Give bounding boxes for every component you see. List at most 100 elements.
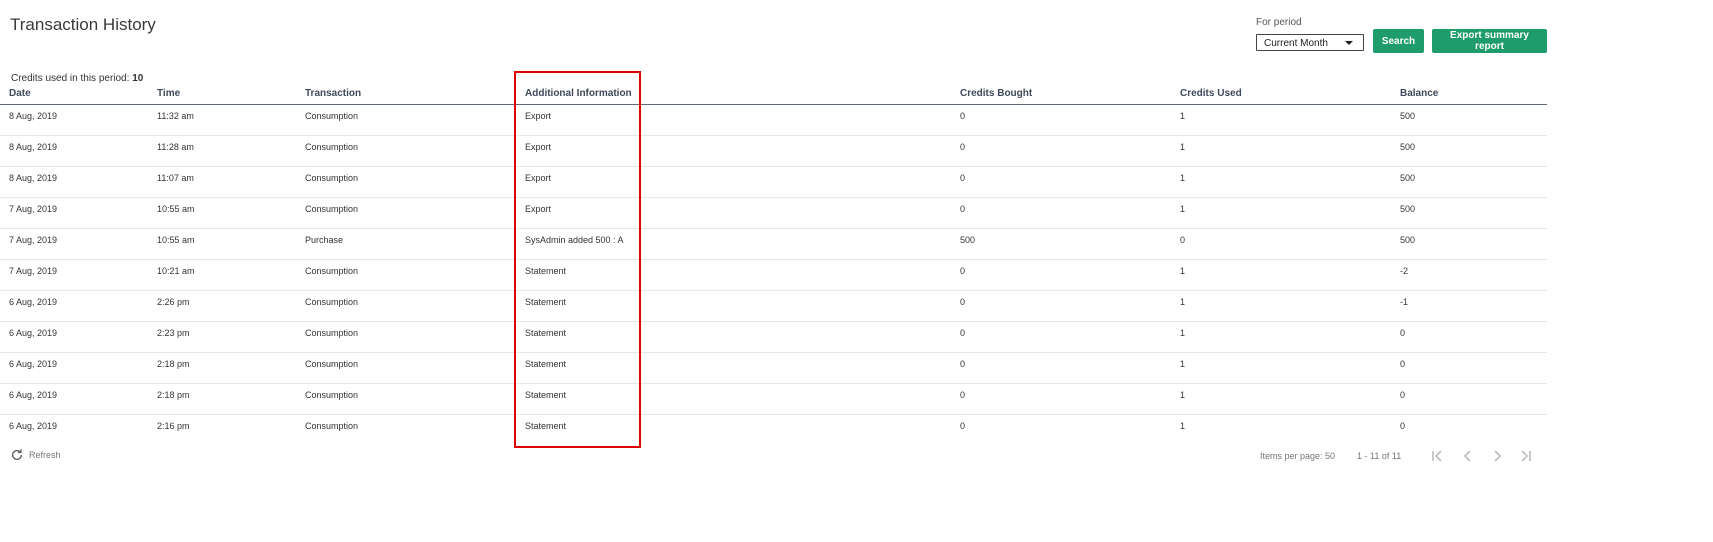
refresh-button[interactable]: Refresh bbox=[10, 448, 61, 462]
cell-transaction: Consumption bbox=[305, 173, 359, 183]
table-header: Date Time Transaction Additional Informa… bbox=[0, 87, 1547, 105]
caret-down-icon bbox=[1345, 41, 1353, 45]
transaction-table: Date Time Transaction Additional Informa… bbox=[0, 87, 1547, 445]
cell-balance: 500 bbox=[1400, 142, 1416, 152]
cell-credits-bought: 0 bbox=[960, 328, 966, 338]
cell-credits-bought: 0 bbox=[960, 111, 966, 121]
table-row: 6 Aug, 2019 2:18 pm Consumption Statement 0 1… bbox=[0, 353, 1547, 384]
cell-additional-information: SysAdmin added 500 : A bbox=[525, 235, 624, 245]
export-summary-report-button[interactable]: Export summary report bbox=[1432, 29, 1547, 53]
cell-date: 8 Aug, 2019 bbox=[9, 173, 58, 183]
cell-additional-information: Statement bbox=[525, 359, 567, 369]
table-row: 7 Aug, 2019 10:55 am Consumption Export 0 1 50… bbox=[0, 198, 1547, 229]
cell-additional-information: Export bbox=[525, 142, 552, 152]
last-page-icon[interactable] bbox=[1517, 448, 1533, 464]
credits-summary-value: 10 bbox=[132, 73, 144, 84]
cell-time: 2:18 pm bbox=[157, 359, 190, 369]
page-title: Transaction History bbox=[10, 15, 156, 34]
table-row: 8 Aug, 2019 11:28 am Consumption Export 0 1 50… bbox=[0, 136, 1547, 167]
cell-time: 2:16 pm bbox=[157, 421, 190, 431]
cell-date: 6 Aug, 2019 bbox=[9, 328, 58, 338]
cell-balance: 500 bbox=[1400, 235, 1416, 245]
cell-credits-bought: 0 bbox=[960, 173, 966, 183]
cell-credits-bought: 0 bbox=[960, 204, 966, 214]
column-header-credits-used[interactable]: Credits Used bbox=[1180, 88, 1242, 99]
cell-additional-information: Export bbox=[525, 204, 552, 214]
period-select-value: Current Month bbox=[1264, 38, 1328, 49]
cell-date: 6 Aug, 2019 bbox=[9, 297, 58, 307]
cell-credits-used: 1 bbox=[1180, 142, 1186, 152]
table-body: 8 Aug, 2019 11:32 am Consumption Export 0 1 50… bbox=[0, 105, 1547, 445]
items-per-page[interactable]: Items per page: 50 bbox=[1260, 451, 1335, 461]
cell-credits-bought: 0 bbox=[960, 266, 966, 276]
cell-balance: 0 bbox=[1400, 390, 1406, 400]
refresh-label: Refresh bbox=[29, 450, 61, 460]
cell-transaction: Purchase bbox=[305, 235, 344, 245]
cell-credits-bought: 500 bbox=[960, 235, 976, 245]
cell-additional-information: Statement bbox=[525, 421, 567, 431]
cell-date: 6 Aug, 2019 bbox=[9, 390, 58, 400]
cell-balance: 0 bbox=[1400, 328, 1406, 338]
cell-time: 2:23 pm bbox=[157, 328, 190, 338]
cell-balance: 500 bbox=[1400, 173, 1416, 183]
column-header-transaction[interactable]: Transaction bbox=[305, 88, 361, 99]
cell-date: 8 Aug, 2019 bbox=[9, 142, 58, 152]
column-header-time[interactable]: Time bbox=[157, 88, 180, 99]
credits-summary: Credits used in this period: 10 bbox=[11, 73, 143, 84]
cell-date: 7 Aug, 2019 bbox=[9, 266, 58, 276]
cell-balance: -2 bbox=[1400, 266, 1409, 276]
cell-credits-used: 1 bbox=[1180, 390, 1186, 400]
cell-additional-information: Statement bbox=[525, 266, 567, 276]
first-page-icon[interactable] bbox=[1430, 448, 1446, 464]
previous-page-icon[interactable] bbox=[1460, 448, 1476, 464]
cell-transaction: Consumption bbox=[305, 390, 359, 400]
cell-credits-used: 1 bbox=[1180, 297, 1186, 307]
cell-date: 7 Aug, 2019 bbox=[9, 235, 58, 245]
period-label: For period bbox=[1256, 17, 1302, 28]
cell-additional-information: Export bbox=[525, 173, 552, 183]
cell-date: 7 Aug, 2019 bbox=[9, 204, 58, 214]
cell-credits-bought: 0 bbox=[960, 421, 966, 431]
cell-time: 11:32 am bbox=[157, 111, 194, 121]
cell-credits-used: 1 bbox=[1180, 266, 1186, 276]
cell-balance: 0 bbox=[1400, 421, 1406, 431]
cell-time: 10:21 am bbox=[157, 266, 195, 276]
cell-additional-information: Statement bbox=[525, 328, 567, 338]
cell-balance: 0 bbox=[1400, 359, 1406, 369]
column-header-credits-bought[interactable]: Credits Bought bbox=[960, 88, 1032, 99]
table-row: 8 Aug, 2019 11:32 am Consumption Export 0 1 50… bbox=[0, 105, 1547, 136]
search-button[interactable]: Search bbox=[1373, 29, 1424, 53]
cell-credits-bought: 0 bbox=[960, 359, 966, 369]
cell-credits-used: 1 bbox=[1180, 359, 1186, 369]
cell-credits-bought: 0 bbox=[960, 142, 966, 152]
cell-time: 10:55 am bbox=[157, 204, 195, 214]
cell-transaction: Consumption bbox=[305, 421, 359, 431]
cell-credits-used: 1 bbox=[1180, 204, 1186, 214]
pagination-range: 1 - 11 of 11 bbox=[1357, 451, 1402, 461]
cell-additional-information: Export bbox=[525, 111, 552, 121]
refresh-icon bbox=[11, 449, 23, 461]
cell-transaction: Consumption bbox=[305, 142, 359, 152]
column-header-additional-information[interactable]: Additional Information bbox=[525, 88, 632, 99]
cell-credits-bought: 0 bbox=[960, 297, 966, 307]
table-row: 6 Aug, 2019 2:16 pm Consumption Statement 0 1… bbox=[0, 415, 1547, 445]
cell-time: 10:55 am bbox=[157, 235, 195, 245]
cell-time: 2:26 pm bbox=[157, 297, 190, 307]
cell-transaction: Consumption bbox=[305, 328, 359, 338]
cell-credits-used: 1 bbox=[1180, 173, 1186, 183]
cell-time: 11:28 am bbox=[157, 142, 194, 152]
table-row: 6 Aug, 2019 2:18 pm Consumption Statement 0 1… bbox=[0, 384, 1547, 415]
period-select[interactable]: Current Month bbox=[1256, 34, 1364, 51]
cell-credits-used: 1 bbox=[1180, 421, 1186, 431]
column-header-balance[interactable]: Balance bbox=[1400, 88, 1438, 99]
column-header-date[interactable]: Date bbox=[9, 88, 31, 99]
cell-additional-information: Statement bbox=[525, 390, 567, 400]
cell-transaction: Consumption bbox=[305, 111, 359, 121]
next-page-icon[interactable] bbox=[1489, 448, 1505, 464]
cell-credits-used: 0 bbox=[1180, 235, 1186, 245]
cell-additional-information: Statement bbox=[525, 297, 567, 307]
cell-date: 6 Aug, 2019 bbox=[9, 421, 58, 431]
cell-transaction: Consumption bbox=[305, 359, 359, 369]
cell-credits-used: 1 bbox=[1180, 328, 1186, 338]
credits-summary-label: Credits used in this period: bbox=[11, 73, 130, 84]
